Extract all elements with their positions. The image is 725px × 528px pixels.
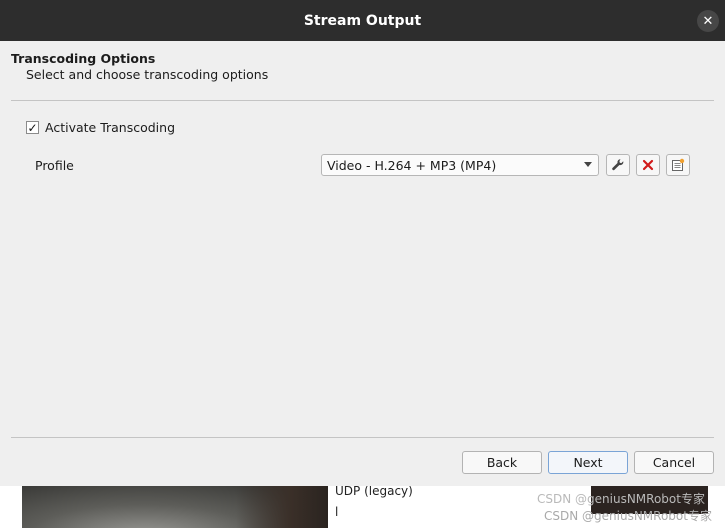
- back-button[interactable]: Back: [462, 451, 542, 474]
- checkmark-icon: ✓: [27, 120, 38, 135]
- divider: [11, 437, 714, 438]
- new-profile-icon: [672, 158, 685, 171]
- activate-transcoding-checkbox[interactable]: ✓: [26, 121, 39, 134]
- background-video-shade: [236, 486, 328, 528]
- profile-label: Profile: [35, 158, 74, 173]
- new-profile-button[interactable]: [666, 154, 690, 176]
- title-bar[interactable]: Stream Output ✕: [0, 0, 725, 41]
- profile-select-value: Video - H.264 + MP3 (MP4): [327, 157, 497, 173]
- divider: [11, 100, 714, 101]
- wrench-icon: [612, 159, 624, 171]
- profile-select[interactable]: Video - H.264 + MP3 (MP4): [321, 154, 599, 176]
- chevron-down-icon: [584, 162, 592, 167]
- edit-profile-button[interactable]: [606, 154, 630, 176]
- delete-icon: [642, 159, 654, 171]
- watermark-text: CSDN @geniusNMRobot专家: [537, 492, 705, 506]
- window-title: Stream Output: [303, 12, 422, 29]
- delete-profile-button[interactable]: [636, 154, 660, 176]
- next-button[interactable]: Next: [548, 451, 628, 474]
- background-list-item[interactable]: l: [335, 505, 338, 519]
- background-list-item[interactable]: UDP (legacy): [335, 484, 413, 498]
- page-subtitle: Select and choose transcoding options: [26, 67, 269, 82]
- cancel-button[interactable]: Cancel: [634, 451, 714, 474]
- activate-transcoding-label[interactable]: Activate Transcoding: [45, 120, 175, 135]
- close-button[interactable]: ✕: [697, 10, 719, 32]
- activate-transcoding-row[interactable]: ✓ Activate Transcoding: [26, 120, 175, 135]
- close-icon: ✕: [702, 13, 714, 29]
- stream-output-dialog: Stream Output ✕ Transcoding Options Sele…: [0, 0, 725, 486]
- page-title: Transcoding Options: [11, 51, 156, 66]
- watermark-text: CSDN @geniusNMRobot专家: [544, 509, 712, 523]
